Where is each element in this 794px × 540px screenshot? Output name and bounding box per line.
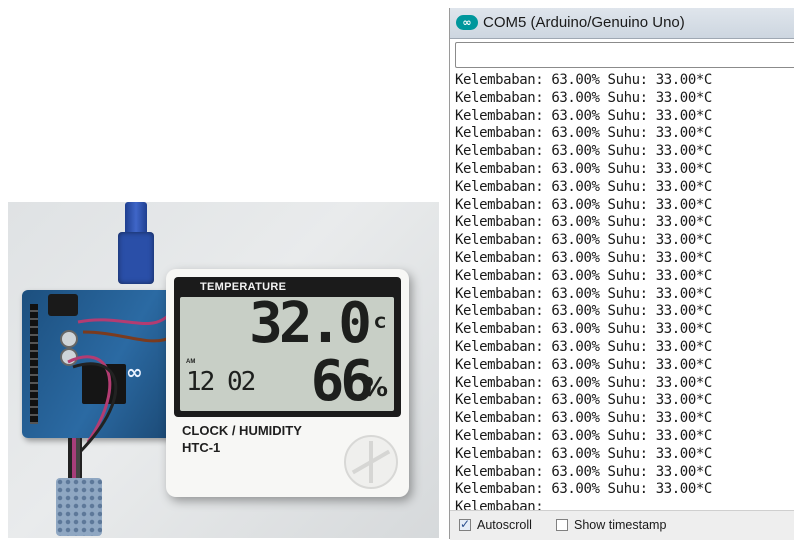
- serial-line: Kelembaban:: [455, 499, 544, 510]
- serial-line: Kelembaban: 63.00% Suhu: 33.00*C: [455, 356, 712, 373]
- serial-line: Kelembaban: 63.00% Suhu: 33.00*C: [455, 89, 712, 106]
- serial-line: Kelembaban: 63.00% Suhu: 33.00*C: [455, 445, 712, 462]
- serial-line: Kelembaban: 63.00% Suhu: 33.00*C: [455, 160, 712, 177]
- send-field-box: [455, 42, 794, 68]
- serial-line: Kelembaban: 63.00% Suhu: 33.00*C: [455, 178, 712, 195]
- show-timestamp-checkbox[interactable]: [556, 519, 568, 531]
- sensor-vent-icon: [344, 435, 398, 489]
- lcd-frame: TEMPERATURE 32.0 C AM 12 02 66 %: [174, 277, 401, 417]
- temperature-unit: C: [374, 313, 386, 332]
- serial-line: Kelembaban: 63.00% Suhu: 33.00*C: [455, 321, 712, 338]
- device-label: CLOCK / HUMIDITY: [182, 423, 302, 438]
- clock-reading: 12 02: [186, 367, 256, 397]
- arduino-app-icon: ∞: [456, 15, 478, 30]
- autoscroll-checkbox[interactable]: [459, 517, 471, 531]
- serial-line: Kelembaban: 63.00% Suhu: 33.00*C: [455, 214, 712, 231]
- serial-monitor-window: ∞ COM5 (Arduino/Genuino Uno) Kelembaban:…: [449, 8, 794, 540]
- thermo-hygrometer: TEMPERATURE 32.0 C AM 12 02 66 % CLOCK /…: [166, 269, 409, 497]
- device-model: HTC-1: [182, 440, 221, 455]
- lcd-screen: 32.0 C AM 12 02 66 %: [180, 291, 394, 414]
- hardware-photo: ∞ TEMPERATURE 32.0 C AM 12 02 66 % CLOCK…: [8, 202, 439, 538]
- show-timestamp-label[interactable]: Show timestamp: [574, 518, 666, 532]
- serial-line: Kelembaban: 63.00% Suhu: 33.00*C: [455, 72, 712, 88]
- title-bar[interactable]: ∞ COM5 (Arduino/Genuino Uno): [450, 8, 794, 39]
- autoscroll-label[interactable]: Autoscroll: [477, 518, 532, 532]
- serial-line: Kelembaban: 63.00% Suhu: 33.00*C: [455, 410, 712, 427]
- send-input[interactable]: [456, 43, 794, 67]
- serial-line: Kelembaban: 63.00% Suhu: 33.00*C: [455, 463, 712, 480]
- serial-line: Kelembaban: 63.00% Suhu: 33.00*C: [455, 392, 712, 409]
- serial-line: Kelembaban: 63.00% Suhu: 33.00*C: [455, 374, 712, 391]
- status-bar: Autoscroll Show timestamp: [450, 510, 794, 540]
- pin-header: [30, 304, 38, 424]
- serial-line: Kelembaban: 63.00% Suhu: 33.00*C: [455, 481, 712, 498]
- usb-plug: [118, 232, 154, 284]
- serial-line: Kelembaban: 63.00% Suhu: 33.00*C: [455, 303, 712, 320]
- window-title: COM5 (Arduino/Genuino Uno): [483, 14, 685, 31]
- serial-line: Kelembaban: 63.00% Suhu: 33.00*C: [455, 285, 712, 302]
- serial-output[interactable]: Kelembaban: 63.00% Suhu: 33.00*C Kelembab…: [455, 72, 794, 510]
- serial-line: Kelembaban: 63.00% Suhu: 33.00*C: [455, 125, 712, 142]
- serial-line: Kelembaban: 63.00% Suhu: 33.00*C: [455, 143, 712, 160]
- am-indicator: AM: [186, 359, 196, 365]
- serial-line: Kelembaban: 63.00% Suhu: 33.00*C: [455, 427, 712, 444]
- temperature-reading: 32.0: [249, 291, 372, 356]
- serial-line: Kelembaban: 63.00% Suhu: 33.00*C: [455, 338, 712, 355]
- serial-line: Kelembaban: 63.00% Suhu: 33.00*C: [455, 107, 712, 124]
- serial-line: Kelembaban: 63.00% Suhu: 33.00*C: [455, 232, 712, 249]
- serial-line: Kelembaban: 63.00% Suhu: 33.00*C: [455, 196, 712, 213]
- dht-sensor: [56, 478, 102, 536]
- serial-line: Kelembaban: 63.00% Suhu: 33.00*C: [455, 249, 712, 266]
- serial-line: Kelembaban: 63.00% Suhu: 33.00*C: [455, 267, 712, 284]
- humidity-unit: %: [361, 373, 388, 403]
